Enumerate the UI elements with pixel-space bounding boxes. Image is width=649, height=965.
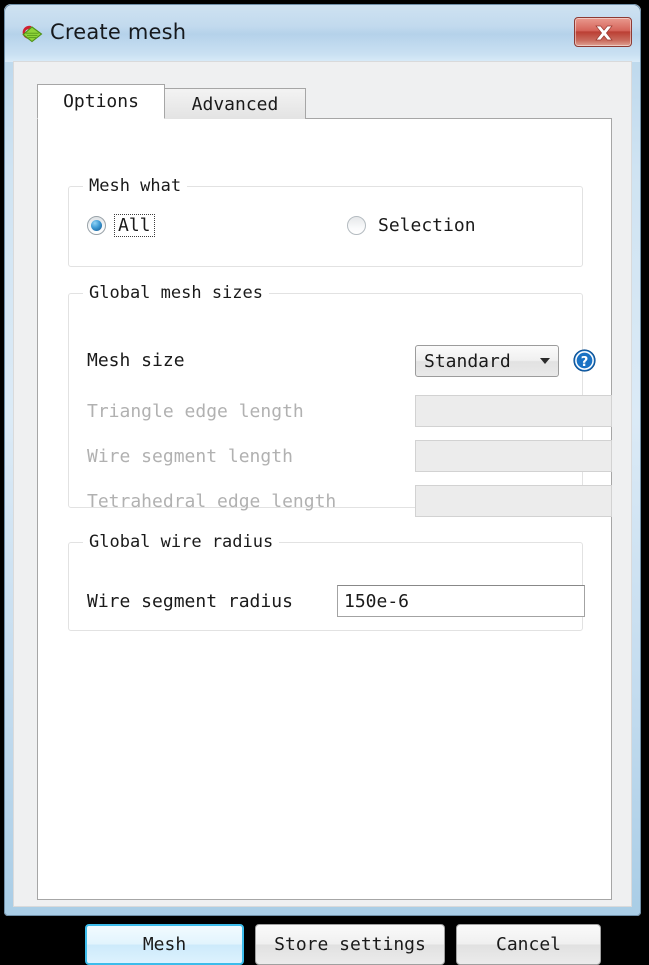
group-mesh-what-title: Mesh what (83, 176, 188, 196)
wire-segment-length-label: Wire segment length (87, 446, 293, 467)
window-title: Create mesh (50, 20, 187, 44)
group-mesh-what: Mesh what All Selection (68, 176, 583, 267)
radio-all[interactable]: All (87, 214, 155, 237)
dialog-window: Create mesh Options Advanced Mesh what A… (4, 4, 641, 965)
tab-bar: Options Advanced (37, 84, 612, 119)
mesh-button[interactable]: Mesh (85, 924, 244, 965)
group-global-wire-radius-title: Global wire radius (83, 532, 280, 552)
mesh-size-value: Standard (424, 350, 511, 372)
mesh-size-dropdown[interactable]: Standard (415, 345, 559, 377)
chevron-down-icon (532, 358, 558, 364)
store-settings-button[interactable]: Store settings (255, 924, 445, 965)
wire-segment-radius-input[interactable]: 150e-6 (337, 585, 585, 617)
radio-selected-icon (87, 216, 106, 235)
wire-segment-radius-value: 150e-6 (344, 590, 410, 612)
radio-selection-label: Selection (378, 215, 476, 236)
mesh-size-label: Mesh size (87, 350, 185, 371)
options-tab-panel: Mesh what All Selection Global mesh size… (37, 118, 612, 900)
dialog-client-area: Options Advanced Mesh what All Selection (13, 61, 632, 965)
tetrahedral-edge-length-input[interactable] (415, 485, 612, 517)
title-bar[interactable]: Create mesh (4, 4, 641, 62)
triangle-edge-length-label: Triangle edge length (87, 401, 304, 422)
triangle-edge-length-input[interactable] (415, 395, 612, 427)
tetrahedral-edge-length-label: Tetrahedral edge length (87, 491, 337, 512)
close-button[interactable] (574, 17, 632, 47)
radio-selection[interactable]: Selection (347, 214, 480, 237)
tab-advanced[interactable]: Advanced (164, 88, 306, 119)
tab-advanced-label: Advanced (191, 93, 279, 115)
wire-segment-length-input[interactable] (415, 440, 612, 472)
mesh-button-label: Mesh (142, 934, 187, 955)
group-global-mesh-sizes: Global mesh sizes Mesh size Standard ? T… (68, 283, 612, 517)
wire-segment-radius-label: Wire segment radius (87, 591, 293, 612)
store-settings-button-label: Store settings (274, 934, 426, 955)
svg-text:?: ? (581, 355, 589, 370)
tab-options[interactable]: Options (37, 84, 165, 119)
cancel-button-label: Cancel (495, 934, 562, 955)
radio-all-label: All (114, 214, 155, 237)
group-global-wire-radius: Global wire radius Wire segment radius 1… (68, 532, 585, 631)
radio-unselected-icon (347, 216, 366, 235)
create-mesh-app-icon (16, 21, 44, 49)
cancel-button[interactable]: Cancel (456, 924, 601, 965)
tab-options-label: Options (63, 91, 139, 112)
group-global-mesh-sizes-title: Global mesh sizes (83, 283, 269, 303)
help-question-icon[interactable]: ? (572, 348, 597, 373)
